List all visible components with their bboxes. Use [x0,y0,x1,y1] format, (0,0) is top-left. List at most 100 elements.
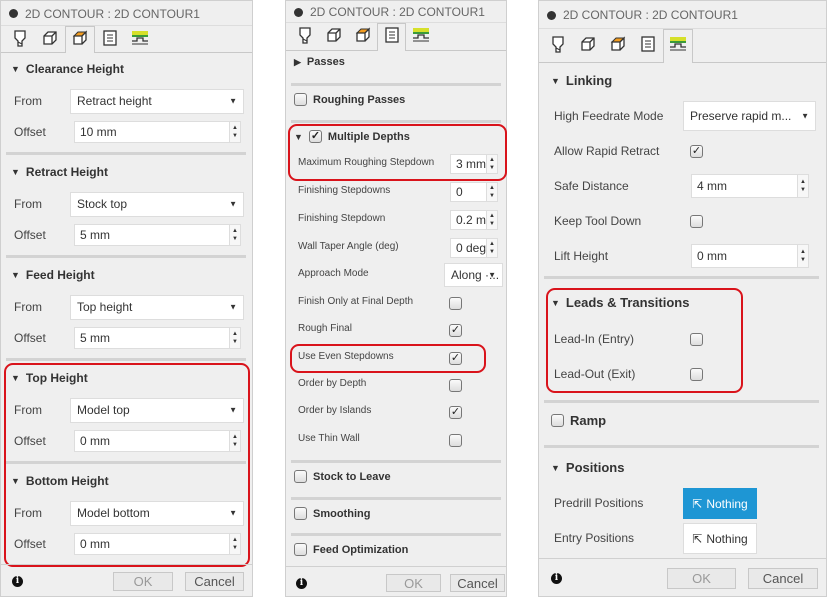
offset-input[interactable]: 10 mm ▲ ▼ [74,121,241,143]
number-input[interactable]: 0 deg ▲ ▼ [450,238,498,258]
info-icon[interactable]: i [551,572,562,584]
selection-button[interactable]: ⇱ Nothing [683,488,757,519]
section-header[interactable]: Ramp [551,413,606,428]
section-header[interactable]: Smoothing [294,507,370,520]
tab-passes[interactable] [377,23,406,51]
selection-button[interactable]: ⇱ Nothing [683,523,757,554]
tab-heights[interactable] [603,29,633,63]
tab-passes[interactable] [95,26,125,53]
tab-linking[interactable] [663,29,693,63]
number-input[interactable]: 0 mm ▲ ▼ [691,244,809,268]
stepper[interactable]: ▲ ▼ [229,225,240,245]
tab-linking[interactable] [406,23,435,51]
linking-icon [411,26,431,49]
chevron-down-icon: ▼ [801,111,809,121]
checkbox[interactable] [690,214,703,228]
section-checkbox[interactable] [294,543,307,556]
tab-passes[interactable] [633,29,663,63]
stepper[interactable]: ▲ ▼ [229,122,240,142]
section-checkbox[interactable] [551,414,564,427]
info-icon[interactable]: i [296,577,307,589]
stepper[interactable]: ▲ ▼ [229,328,240,348]
collapse-icon[interactable] [547,10,556,20]
field-label: Keep Tool Down [554,214,642,228]
collapse-icon[interactable] [9,9,18,18]
checkbox[interactable] [449,378,462,392]
checkbox[interactable] [449,296,462,310]
from-dropdown[interactable]: Retract height ▼ [70,88,244,114]
tab-tool[interactable] [5,26,35,53]
input-value: 5 mm [80,331,110,345]
section-title: Feed Height [25,268,95,282]
dialog-panel: 2D CONTOUR : 2D CONTOUR1 ▼ Linking High Fee… [538,0,827,597]
stepper[interactable]: ▲ ▼ [486,239,497,257]
from-dropdown[interactable]: Stock top ▼ [70,191,244,217]
highlight-box [4,363,250,567]
section-checkbox[interactable] [294,470,307,483]
section-title: Retract Height [25,165,108,179]
ok-button[interactable]: OK [113,571,173,591]
section-header[interactable]: ▶ Passes [294,56,345,68]
cancel-button[interactable]: Cancel [185,571,244,591]
section-header[interactable]: Stock to Leave [294,470,391,483]
section-header[interactable]: Feed Optimization [294,543,408,556]
tab-heights[interactable] [348,23,377,51]
triangle-down-icon: ▼ [551,75,560,86]
ok-button[interactable]: OK [386,574,441,592]
highlight-box [546,288,743,393]
number-input[interactable]: 4 mm ▲ ▼ [691,174,809,198]
input-value: 0 [456,185,463,199]
stepper[interactable]: ▲ ▼ [797,175,808,197]
field-label: Safe Distance [554,179,629,193]
offset-input[interactable]: 5 mm ▲ ▼ [74,224,241,246]
section-header[interactable]: Roughing Passes [294,93,405,106]
section-header[interactable]: ▼ Clearance Height [11,62,124,76]
checkbox[interactable]: ✓ [449,405,462,419]
dropdown-value: Preserve rapid m... [690,109,792,123]
section-divider [6,152,246,155]
section-header[interactable]: ▼ Feed Height [11,268,95,282]
geometry-icon [579,35,597,58]
passes-icon [639,35,657,58]
offset-label: Offset [14,125,46,139]
number-input[interactable]: 0.2 mm ▲ ▼ [450,210,498,230]
tab-linking[interactable] [125,26,155,53]
section-checkbox[interactable] [294,507,307,520]
offset-input[interactable]: 5 mm ▲ ▼ [74,327,241,349]
checkbox[interactable]: ✓ [690,144,703,158]
cancel-button[interactable]: Cancel [748,567,818,589]
stepper[interactable]: ▲ ▼ [797,245,808,267]
field-label: Finishing Stepdowns [298,185,391,196]
tab-geometry[interactable] [319,23,348,51]
section-checkbox[interactable] [294,93,307,106]
dropdown[interactable]: Preserve rapid m... ▼ [683,101,816,131]
collapse-icon[interactable] [294,7,303,17]
chevron-down-icon: ▼ [229,96,237,106]
section-header[interactable]: ▼ Retract Height [11,165,108,179]
triangle-down-icon: ▼ [11,270,20,280]
footer-divider [539,558,826,559]
tab-geometry[interactable] [35,26,65,53]
ok-button[interactable]: OK [667,567,736,589]
tab-heights[interactable] [65,26,95,53]
stepper[interactable]: ▲ ▼ [486,183,497,201]
cancel-button[interactable]: Cancel [450,574,505,592]
stepper[interactable]: ▲ ▼ [486,211,497,229]
geometry-icon [41,29,59,52]
tab-tool[interactable] [543,29,573,63]
dropdown[interactable]: Along ·... ▼ [444,263,503,287]
tab-geometry[interactable] [573,29,603,63]
dropdown-value: Stock top [77,197,128,211]
checkbox[interactable]: ✓ [449,323,462,337]
section-header[interactable]: ▼ Linking [551,73,612,88]
section-header[interactable]: ▼ Positions [551,460,624,475]
from-dropdown[interactable]: Top height ▼ [70,294,244,320]
field-label: Entry Positions [554,531,635,545]
checkbox[interactable] [449,433,462,447]
number-input[interactable]: 0 ▲ ▼ [450,182,498,202]
title-bar: 2D CONTOUR : 2D CONTOUR1 [286,1,506,23]
offset-label: Offset [14,331,46,345]
tab-tool[interactable] [290,23,319,51]
linking-icon [668,35,688,58]
info-icon[interactable]: i [12,575,23,587]
